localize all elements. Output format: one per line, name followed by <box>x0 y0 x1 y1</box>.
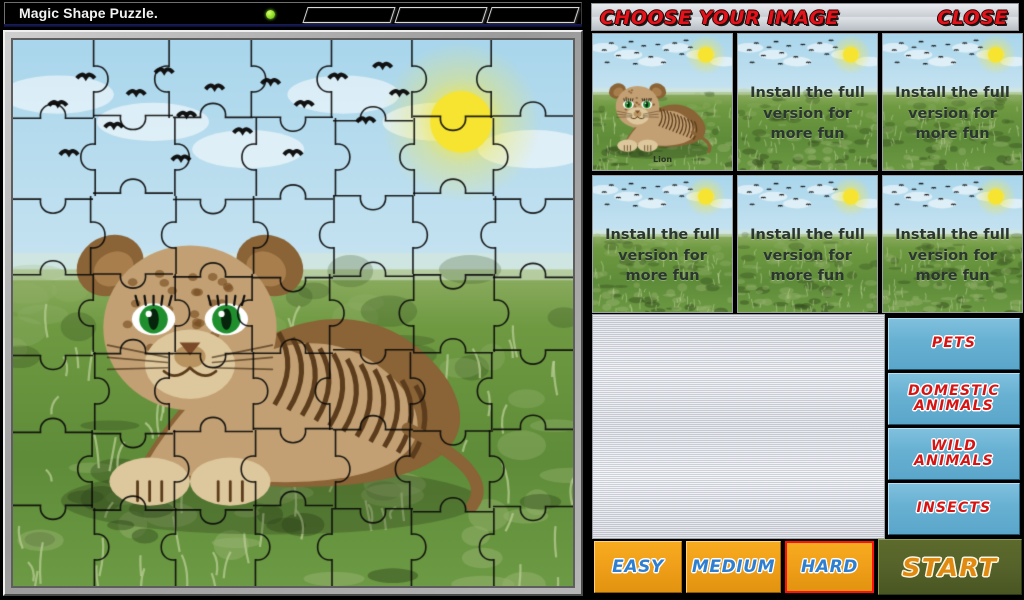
thumbnail-6[interactable]: Install the full version for more fun <box>882 175 1023 313</box>
thumbnail-2[interactable]: Install the full version for more fun <box>737 33 878 171</box>
difficulty-button-medium[interactable]: MEDIUM <box>686 541 781 593</box>
thumbnail-1[interactable]: Lion <box>592 33 733 171</box>
status-led-icon <box>266 10 275 19</box>
thumbnail-3[interactable]: Install the full version for more fun <box>882 33 1023 171</box>
category-button-pets[interactable]: PETS <box>888 318 1020 370</box>
game-window: Magic Shape Puzzle. <box>0 0 586 600</box>
titlebar-underline <box>4 24 582 27</box>
puzzle-frame <box>3 30 583 596</box>
difficulty-label: HARD <box>801 557 858 577</box>
category-label: PETS <box>932 336 976 351</box>
difficulty-button-hard[interactable]: HARD <box>785 541 874 593</box>
titlebar-slot-2[interactable] <box>394 7 487 23</box>
category-label: WILD ANIMALS <box>914 439 994 469</box>
thumbnail-caption: Install the full version for more fun <box>883 225 1022 287</box>
start-label: START <box>902 553 997 582</box>
difficulty-button-easy[interactable]: EASY <box>594 541 682 593</box>
thumbnail-caption: Install the full version for more fun <box>883 83 1022 145</box>
start-button[interactable]: START <box>878 539 1022 595</box>
panel-header: CHOOSE YOUR IMAGE CLOSE <box>591 3 1019 31</box>
window-title: Magic Shape Puzzle. <box>19 5 158 21</box>
thumbnail-caption: Install the full version for more fun <box>593 225 732 287</box>
app-root: Magic Shape Puzzle. CHOOSE YOUR IMAGE CL… <box>0 0 1024 600</box>
thumbnail-image <box>593 34 733 171</box>
category-button-insects[interactable]: INSECTS <box>888 483 1020 535</box>
puzzle-image-canvas[interactable] <box>13 40 573 586</box>
thumbnail-caption: Install the full version for more fun <box>738 225 877 287</box>
titlebar-slot-3[interactable] <box>486 7 579 23</box>
thumbnail-4[interactable]: Install the full version for more fun <box>592 175 733 313</box>
category-button-domestic-animals[interactable]: DOMESTIC ANIMALS <box>888 373 1020 425</box>
close-button[interactable]: CLOSE <box>937 7 1008 29</box>
category-button-wild-animals[interactable]: WILD ANIMALS <box>888 428 1020 480</box>
category-label: INSECTS <box>917 501 992 516</box>
panel-title: CHOOSE YOUR IMAGE <box>600 7 839 29</box>
puzzle-board[interactable] <box>11 38 575 588</box>
thumbnail-caption: Install the full version for more fun <box>738 83 877 145</box>
titlebar-slot-1[interactable] <box>302 7 395 23</box>
category-label: DOMESTIC ANIMALS <box>908 384 1000 414</box>
difficulty-label: EASY <box>612 557 664 577</box>
thumbnail-grid: Lion Install the full version for more fu… <box>592 33 1024 314</box>
difficulty-label: MEDIUM <box>692 557 775 577</box>
titlebar: Magic Shape Puzzle. <box>4 2 582 24</box>
pieces-tray[interactable] <box>592 314 885 539</box>
thumbnail-5[interactable]: Install the full version for more fun <box>737 175 878 313</box>
thumbnail-name: Lion <box>593 155 732 164</box>
